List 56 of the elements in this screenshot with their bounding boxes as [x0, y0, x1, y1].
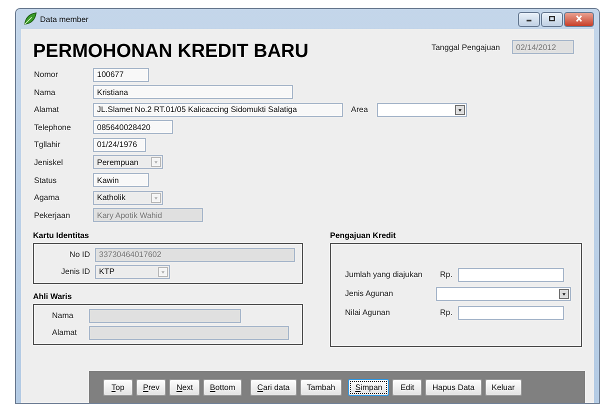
field-label: Tgllahir: [33, 140, 62, 150]
caret-icon: [559, 288, 569, 299]
field-label: Nomor: [33, 70, 60, 79]
currency-label: Rp.: [440, 308, 452, 318]
field-label: Nama: [52, 311, 74, 320]
field-label: Status: [33, 176, 58, 185]
field-label: No ID: [68, 250, 90, 260]
dropdown-field[interactable]: [436, 286, 571, 301]
caret-icon: [151, 192, 161, 203]
action-button[interactable]: Simpan: [348, 379, 390, 396]
field-label: Jeniskel: [33, 158, 64, 167]
field-label: Jenis ID: [60, 267, 90, 276]
text-field[interactable]: JL.Slamet No.2 RT.01/05 Kalicaccing Sidomukti Salatiga: [93, 102, 343, 117]
form-heading: PERMOHONAN KREDIT BARU: [33, 41, 308, 63]
action-button[interactable]: Bottom: [202, 379, 242, 396]
caret-icon: [158, 266, 168, 277]
text-field[interactable]: [458, 306, 564, 320]
maximize-button[interactable]: [541, 12, 563, 26]
text-field[interactable]: 01/24/1976: [93, 138, 146, 152]
minimize-button[interactable]: [518, 12, 540, 26]
action-button[interactable]: Prev: [136, 379, 166, 396]
field-label: Alamat: [52, 328, 78, 338]
action-button[interactable]: Edit: [392, 379, 422, 396]
close-button[interactable]: [564, 12, 594, 26]
field-label: Pekerjaan: [33, 210, 72, 220]
field-label: Jenis Agunan: [345, 289, 394, 298]
text-field[interactable]: 085640028420: [93, 120, 173, 134]
field-label: Agama: [33, 193, 60, 202]
field-label: Nama: [33, 88, 56, 97]
currency-label: Rp.: [440, 270, 452, 280]
field-label: Nilai Agunan: [345, 308, 391, 318]
leaf-icon: [23, 12, 37, 26]
field-label: Telephone: [33, 122, 72, 132]
text-field[interactable]: 100677: [93, 68, 149, 82]
field-label: Jumlah yang diajukan: [345, 270, 424, 280]
field-label: Alamat: [33, 105, 60, 114]
field-label: Area: [351, 105, 369, 114]
text-field[interactable]: [458, 268, 564, 282]
action-button[interactable]: Top: [103, 379, 133, 396]
action-button[interactable]: Cari data: [250, 379, 297, 396]
action-button[interactable]: Next: [169, 379, 200, 396]
text-field[interactable]: Kawin: [93, 173, 149, 188]
maximize-icon: [547, 15, 557, 23]
text-field[interactable]: Kristiana: [93, 85, 293, 100]
close-icon: [574, 15, 584, 23]
action-button[interactable]: Keluar: [484, 379, 522, 396]
group-title: Kartu Identitas: [33, 230, 90, 240]
dropdown-field[interactable]: [377, 102, 467, 117]
group-title: Ahli Waris: [33, 292, 73, 301]
window-title: Data member: [40, 14, 88, 24]
caret-icon: [151, 157, 161, 168]
caret-icon: [455, 104, 465, 115]
field-label: Tanggal Pengajuan: [431, 42, 500, 52]
action-button[interactable]: Hapus Data: [425, 379, 482, 396]
group-title: Pengajuan Kredit: [330, 230, 397, 240]
action-button[interactable]: Tambah: [300, 379, 342, 396]
